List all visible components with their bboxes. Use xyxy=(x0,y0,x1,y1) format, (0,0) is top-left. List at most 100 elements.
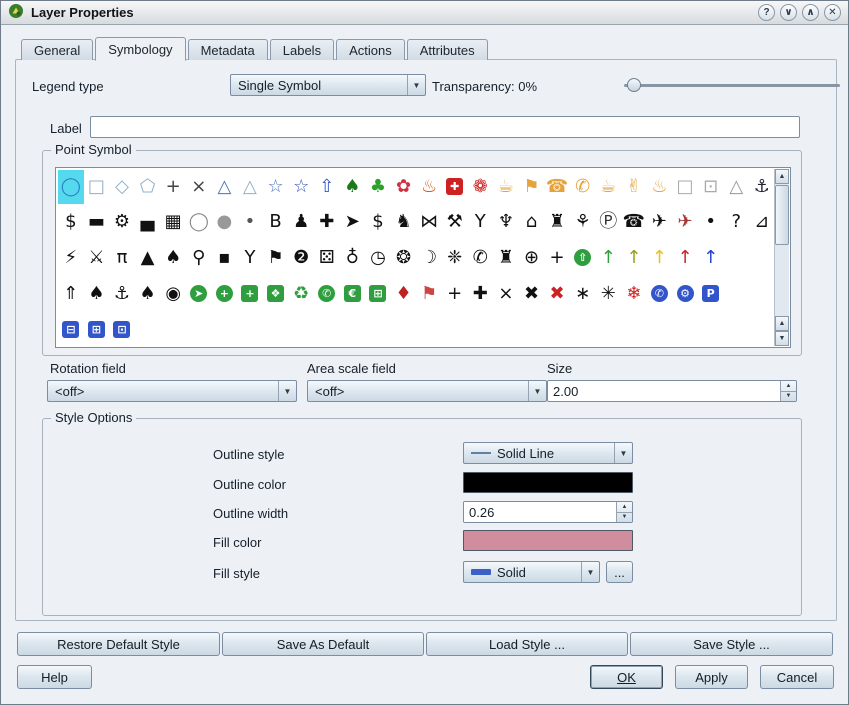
symbol-cell[interactable]: ⚑ xyxy=(263,241,289,275)
symbol-cell[interactable]: ⚒ xyxy=(442,205,468,239)
symbol-cell[interactable]: € xyxy=(340,277,366,311)
symbol-cell[interactable]: ✚ xyxy=(442,170,468,204)
symbol-cell[interactable]: ◯ xyxy=(186,205,212,239)
symbol-cell[interactable]: ⊡ xyxy=(109,312,135,346)
symbol-cell[interactable]: ✿ xyxy=(391,170,417,204)
symbol-cell[interactable]: △ xyxy=(723,170,749,204)
symbol-cell[interactable]: ☆ xyxy=(263,170,289,204)
symbol-cell[interactable]: ♟ xyxy=(288,205,314,239)
tab-general[interactable]: General xyxy=(21,39,93,60)
symbol-cell[interactable]: ▄ xyxy=(135,205,161,239)
symbol-cell[interactable]: ☆ xyxy=(288,170,314,204)
symbol-cell[interactable]: ⚔ xyxy=(84,241,110,275)
symbol-cell[interactable]: ⊞ xyxy=(84,312,110,346)
symbol-cell[interactable]: ↑ xyxy=(621,241,647,275)
symbol-cell[interactable]: ⚄ xyxy=(314,241,340,275)
symbol-cell[interactable]: • xyxy=(698,205,724,239)
symbol-cell[interactable]: • xyxy=(237,205,263,239)
symbol-cell[interactable]: + xyxy=(442,277,468,311)
symbol-cell[interactable]: ❷ xyxy=(288,241,314,275)
symbol-cell[interactable]: ⇑ xyxy=(58,277,84,311)
symbol-cell[interactable]: ✈ xyxy=(672,205,698,239)
symbol-cell[interactable]: $ xyxy=(365,205,391,239)
window-help-button[interactable]: ? xyxy=(758,4,775,21)
symbol-cell[interactable]: ♣ xyxy=(365,170,391,204)
symbol-cell[interactable]: □ xyxy=(672,170,698,204)
symbol-cell[interactable]: ⊿ xyxy=(749,205,773,239)
cancel-button[interactable]: Cancel xyxy=(760,665,834,689)
symbol-cell[interactable]: ☽ xyxy=(416,241,442,275)
scrollbar-up-button[interactable]: ▲ xyxy=(775,169,789,184)
symbol-cell[interactable]: ♻ xyxy=(288,277,314,311)
symbol-cell[interactable]: ↑ xyxy=(698,241,724,275)
symbol-cell[interactable]: × xyxy=(186,170,212,204)
transparency-slider[interactable] xyxy=(624,74,840,96)
symbol-cell[interactable]: ⋈ xyxy=(416,205,442,239)
window-close-button[interactable]: ✕ xyxy=(824,4,841,21)
symbol-cell[interactable]: π xyxy=(109,241,135,275)
symbol-cell[interactable]: ⇧ xyxy=(570,241,596,275)
symbol-cell[interactable]: ✆ xyxy=(647,277,673,311)
symbol-cell[interactable]: Ⓟ xyxy=(595,205,621,239)
symbol-cell[interactable]: ? xyxy=(723,205,749,239)
symbol-cell[interactable]: + xyxy=(160,170,186,204)
size-spinbox[interactable]: 2.00 ▲ ▼ xyxy=(547,380,797,402)
fill-style-more-button[interactable]: ... xyxy=(606,561,633,583)
symbol-cell[interactable]: ♦ xyxy=(391,277,417,311)
symbol-cell[interactable]: ◉ xyxy=(160,277,186,311)
symbol-cell[interactable]: ♜ xyxy=(544,205,570,239)
symbol-cell[interactable]: ✳ xyxy=(595,277,621,311)
symbol-cell[interactable]: ⚘ xyxy=(570,205,596,239)
symbol-cell[interactable]: ♁ xyxy=(340,241,366,275)
symbol-cell[interactable]: ♞ xyxy=(391,205,417,239)
outline-style-combobox[interactable]: Solid Line ▼ xyxy=(463,442,633,464)
symbol-cell[interactable]: ⚙ xyxy=(672,277,698,311)
symbol-cell[interactable]: ▬ xyxy=(84,205,110,239)
spin-up-button[interactable]: ▲ xyxy=(781,381,796,392)
symbol-cell[interactable]: ✖ xyxy=(519,277,545,311)
help-button[interactable]: Help xyxy=(17,665,92,689)
symbol-cell[interactable]: ❖ xyxy=(263,277,289,311)
tab-symbology[interactable]: Symbology xyxy=(95,37,185,61)
outline-color-button[interactable] xyxy=(463,472,633,493)
symbol-cell[interactable]: ⚡ xyxy=(58,241,84,275)
symbol-cell[interactable]: ❂ xyxy=(391,241,417,275)
fill-color-button[interactable] xyxy=(463,530,633,551)
symbol-cell[interactable]: ⊕ xyxy=(519,241,545,275)
symbol-cell[interactable]: ✌ xyxy=(621,170,647,204)
symbol-cell[interactable]: ♠ xyxy=(84,277,110,311)
symbol-cell[interactable]: ☎ xyxy=(621,205,647,239)
symbol-cell[interactable]: ❁ xyxy=(468,170,494,204)
symbol-list-scrollbar[interactable]: ▲ ▲ ▼ xyxy=(774,169,789,346)
symbol-cell[interactable]: ◷ xyxy=(365,241,391,275)
symbol-cell[interactable]: ✚ xyxy=(468,277,494,311)
symbol-cell[interactable]: ♠ xyxy=(340,170,366,204)
scrollbar-down-button[interactable]: ▼ xyxy=(775,331,789,346)
symbol-cell[interactable]: ⚑ xyxy=(519,170,545,204)
symbol-cell[interactable]: ♨ xyxy=(647,170,673,204)
symbol-cell[interactable]: B xyxy=(263,205,289,239)
symbol-cell[interactable]: ☕ xyxy=(493,170,519,204)
scrollbar-up-button-2[interactable]: ▲ xyxy=(775,316,789,331)
symbol-cell[interactable]: ▦ xyxy=(160,205,186,239)
ok-button[interactable]: OK xyxy=(590,665,663,689)
symbol-cell[interactable]: ➤ xyxy=(340,205,366,239)
tab-metadata[interactable]: Metadata xyxy=(188,39,268,60)
symbol-cell[interactable]: ✖ xyxy=(544,277,570,311)
symbol-cell[interactable]: ↑ xyxy=(672,241,698,275)
symbol-cell[interactable]: ☕ xyxy=(595,170,621,204)
symbol-cell[interactable]: ∗ xyxy=(570,277,596,311)
symbol-cell[interactable]: ⚙ xyxy=(109,205,135,239)
symbol-cell[interactable]: + xyxy=(544,241,570,275)
symbol-cell[interactable]: △ xyxy=(237,170,263,204)
spin-up-button[interactable]: ▲ xyxy=(617,502,632,513)
symbol-cell[interactable]: Y xyxy=(237,241,263,275)
window-shade-button[interactable]: ∨ xyxy=(780,4,797,21)
scrollbar-thumb[interactable] xyxy=(775,185,789,245)
symbol-cell[interactable]: $ xyxy=(58,205,84,239)
symbol-cell[interactable]: ⊞ xyxy=(365,277,391,311)
symbol-cell[interactable]: ⇧ xyxy=(314,170,340,204)
symbol-cell[interactable]: ❄ xyxy=(621,277,647,311)
symbol-cell[interactable]: ⚲ xyxy=(186,241,212,275)
symbol-cell[interactable]: ✆ xyxy=(570,170,596,204)
